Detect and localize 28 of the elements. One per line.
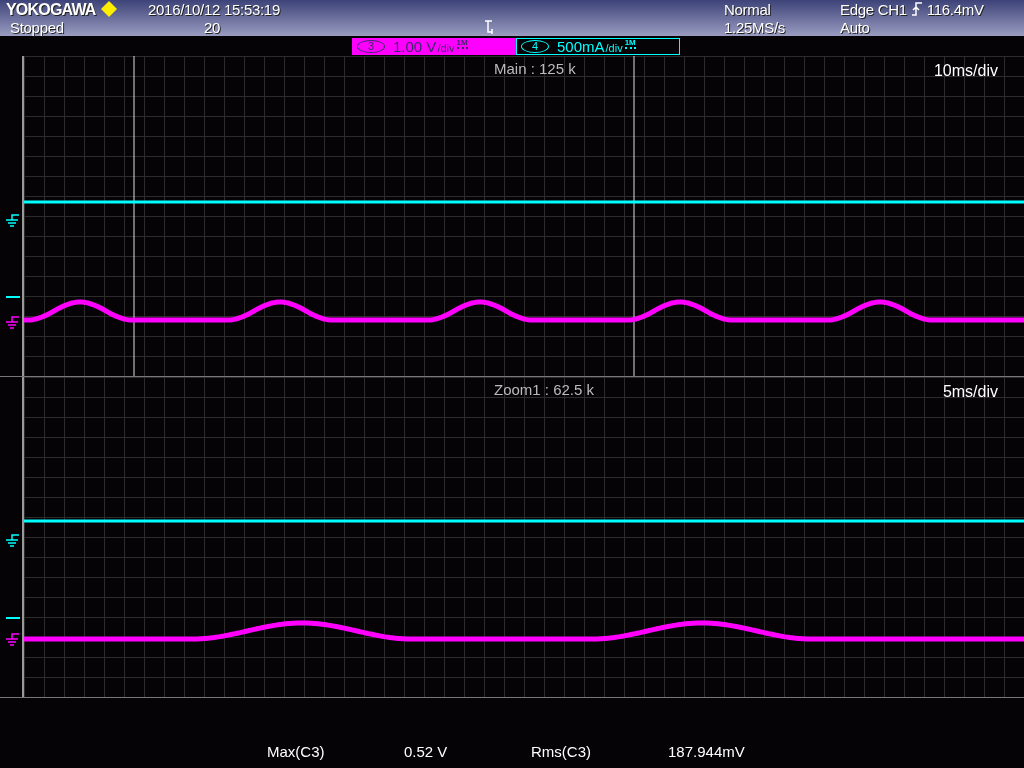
panel-label: Main : 125 k — [494, 60, 576, 77]
ground-marker-icon — [6, 316, 20, 332]
trigger-mode: Auto — [840, 18, 871, 36]
measurement-value: 0.52 V — [404, 743, 449, 760]
level-marker-icon — [6, 617, 20, 619]
trigger-source: Edge CH1 — [840, 0, 907, 18]
sample-rate: 1.25MS/s — [724, 18, 786, 36]
ground-marker-icon — [6, 214, 20, 230]
level-marker-icon — [6, 296, 20, 298]
run-status: Stopped — [9, 18, 65, 36]
diamond-icon — [99, 0, 118, 18]
timebase-label: 5ms/div — [942, 383, 998, 401]
brand-logo: YOKOGAWA — [6, 0, 96, 18]
panel-label: Zoom1 : 62.5 k — [494, 381, 595, 398]
measurement-value: 187.944mV — [668, 743, 746, 760]
acquisition-mode: Normal — [724, 0, 772, 18]
measurement-name: Rms(C3) — [531, 743, 592, 760]
ground-marker-icon — [6, 534, 20, 550]
date-time: 2016/10/12 15:53:19 — [148, 0, 281, 18]
zoom-cursor-line[interactable] — [633, 56, 635, 376]
zoom-cursor-line[interactable] — [133, 56, 135, 376]
trigger-level: 116.4mV — [926, 0, 984, 18]
timebase-label: 10ms/div — [933, 62, 998, 80]
measurement-name: Max(C3) — [267, 743, 326, 760]
record-count: 20 — [204, 18, 222, 36]
ground-marker-icon — [6, 633, 20, 649]
edge-icon — [910, 2, 923, 16]
trigger-position-icon — [484, 20, 494, 34]
